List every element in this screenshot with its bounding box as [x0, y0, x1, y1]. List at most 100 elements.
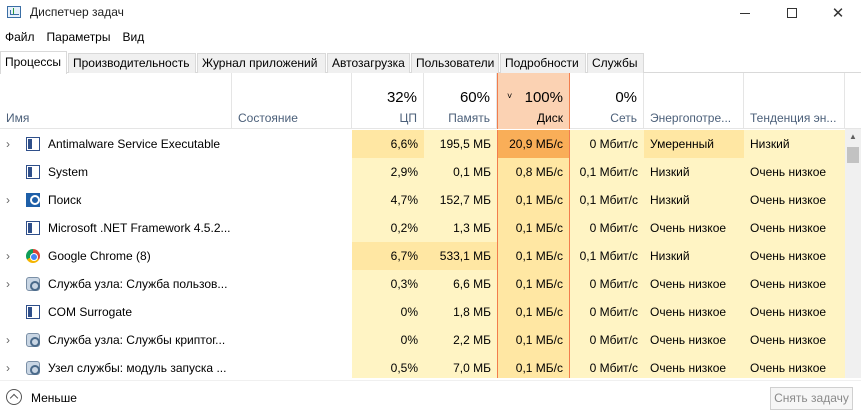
gear-icon	[26, 333, 40, 347]
column-label-energy-trend: Тенденция эн...	[750, 111, 837, 125]
table-row[interactable]: › Узел службы: модуль запуска ... 0,5% 7,0 …	[0, 354, 845, 378]
cell-disk: 0,1 МБ/с	[497, 242, 570, 270]
process-name: System	[48, 165, 89, 179]
footer: Меньше Снять задачу	[0, 380, 861, 419]
process-name: COM Surrogate	[48, 305, 133, 319]
tab-details[interactable]: Подробности	[500, 53, 586, 73]
network-total: 0%	[615, 89, 637, 106]
search-icon	[26, 193, 40, 207]
table-row[interactable]: › Поиск 4,7% 152,7 МБ 0,1 МБ/с 0,1 Мбит/с Низк…	[0, 186, 845, 214]
cell-network: 0 Мбит/с	[570, 298, 644, 326]
scrollbar-thumb[interactable]	[847, 147, 859, 163]
cell-network: 0,1 Мбит/с	[570, 158, 644, 186]
expand-chevron-icon[interactable]: ›	[6, 242, 10, 270]
column-label-network: Сеть	[610, 111, 637, 125]
column-label-disk: Диск	[536, 111, 563, 125]
gear-icon	[26, 361, 40, 375]
expand-chevron-icon[interactable]: ›	[6, 130, 10, 158]
tab-startup[interactable]: Автозагрузка	[327, 53, 410, 73]
chrome-icon	[26, 249, 40, 263]
window-title: Диспетчер задач	[30, 5, 124, 19]
expand-chevron-icon[interactable]: ›	[6, 186, 10, 214]
cell-memory: 533,1 МБ	[424, 242, 497, 270]
tab-users[interactable]: Пользователи	[411, 53, 499, 73]
table-row[interactable]: › Служба узла: Службы криптог... 0% 2,2 МБ 0…	[0, 326, 845, 354]
column-header-disk[interactable]: ˅ 100% Диск	[497, 73, 570, 129]
cell-network: 0 Мбит/с	[570, 214, 644, 242]
cell-disk: 0,1 МБ/с	[497, 270, 570, 298]
process-table: Имя Состояние 32% ЦП 60% Память ˅ 100% Д…	[0, 73, 861, 378]
menu-options[interactable]: Параметры	[42, 28, 118, 48]
tab-services[interactable]: Службы	[587, 53, 644, 73]
column-header-status[interactable]: Состояние	[232, 73, 352, 129]
table-row[interactable]: COM Surrogate 0% 1,8 МБ 0,1 МБ/с 0 Мбит/с Оче…	[0, 298, 845, 326]
cell-energy: Очень низкое	[644, 354, 744, 378]
window-icon	[26, 221, 40, 235]
memory-total: 60%	[459, 89, 490, 106]
process-name: Microsoft .NET Framework 4.5.2...	[48, 221, 231, 235]
sort-descending-icon: ˅	[507, 91, 513, 101]
window-icon	[26, 165, 40, 179]
cell-cpu: 0%	[352, 326, 424, 354]
cell-status	[232, 214, 352, 242]
column-header-network[interactable]: 0% Сеть	[570, 73, 644, 129]
cell-cpu: 6,7%	[352, 242, 424, 270]
column-header-memory[interactable]: 60% Память	[424, 73, 497, 129]
column-label-memory: Память	[448, 111, 490, 125]
cell-memory: 1,3 МБ	[424, 214, 497, 242]
expand-chevron-icon[interactable]: ›	[6, 270, 10, 298]
collapse-icon[interactable]	[6, 389, 22, 405]
tab-app-history[interactable]: Журнал приложений	[197, 53, 326, 73]
vertical-scrollbar[interactable]: ▲	[845, 129, 861, 378]
cell-energy-trend: Очень низкое	[744, 298, 845, 326]
table-row[interactable]: System 2,9% 0,1 МБ 0,8 МБ/с 0,1 Мбит/с Низкий…	[0, 158, 845, 186]
tab-bar: Процессы Производительность Журнал прило…	[0, 51, 861, 74]
column-header-energy-trend[interactable]: Тенденция эн...	[744, 73, 845, 129]
table-row[interactable]: › Служба узла: Служба пользов... 0,3% 6,6 М…	[0, 270, 845, 298]
scroll-up-icon[interactable]: ▲	[845, 129, 861, 145]
close-icon: ✕	[831, 4, 845, 22]
column-header-energy[interactable]: Энергопотре...	[644, 73, 744, 129]
cell-network: 0 Мбит/с	[570, 130, 644, 158]
cell-memory: 0,1 МБ	[424, 158, 497, 186]
cell-status	[232, 270, 352, 298]
minimize-icon	[740, 12, 750, 14]
table-row[interactable]: Microsoft .NET Framework 4.5.2... 0,2% 1,3…	[0, 214, 845, 242]
expand-chevron-icon[interactable]: ›	[6, 326, 10, 354]
fewer-details-link[interactable]: Меньше	[31, 391, 77, 405]
menu-view[interactable]: Вид	[117, 28, 151, 48]
minimize-button[interactable]	[722, 0, 768, 26]
cell-cpu: 0,2%	[352, 214, 424, 242]
column-header-cpu[interactable]: 32% ЦП	[352, 73, 424, 129]
cell-energy-trend: Очень низкое	[744, 186, 845, 214]
column-header-name[interactable]: Имя	[0, 73, 232, 129]
cell-energy: Низкий	[644, 186, 744, 214]
cell-disk: 0,1 МБ/с	[497, 326, 570, 354]
title-bar: Диспетчер задач ✕	[0, 0, 861, 26]
maximize-button[interactable]	[769, 0, 815, 26]
expand-chevron-icon[interactable]: ›	[6, 354, 10, 378]
close-button[interactable]: ✕	[815, 0, 861, 26]
task-manager-icon	[7, 6, 21, 18]
cell-energy: Низкий	[644, 158, 744, 186]
menu-file[interactable]: Файл	[0, 28, 42, 48]
tab-processes[interactable]: Процессы	[0, 51, 67, 74]
table-row[interactable]: › Google Chrome (8) 6,7% 533,1 МБ 0,1 МБ/с 0,…	[0, 242, 845, 270]
disk-total: 100%	[524, 89, 563, 106]
cell-status	[232, 354, 352, 378]
cell-cpu: 0,3%	[352, 270, 424, 298]
end-task-button[interactable]: Снять задачу	[770, 387, 853, 410]
maximize-icon	[787, 8, 797, 18]
cell-memory: 195,5 МБ	[424, 130, 497, 158]
table-row[interactable]: › Antimalware Service Executable 6,6% 195,5…	[0, 130, 845, 158]
tab-performance[interactable]: Производительность	[68, 53, 196, 73]
menu-bar: Файл Параметры Вид	[0, 28, 151, 48]
cell-status	[232, 186, 352, 214]
cell-status	[232, 242, 352, 270]
cpu-total: 32%	[386, 89, 417, 106]
cell-energy-trend: Очень низкое	[744, 270, 845, 298]
process-name: Поиск	[48, 193, 82, 207]
cell-memory: 2,2 МБ	[424, 326, 497, 354]
cell-energy-trend: Очень низкое	[744, 354, 845, 378]
cell-energy: Очень низкое	[644, 270, 744, 298]
